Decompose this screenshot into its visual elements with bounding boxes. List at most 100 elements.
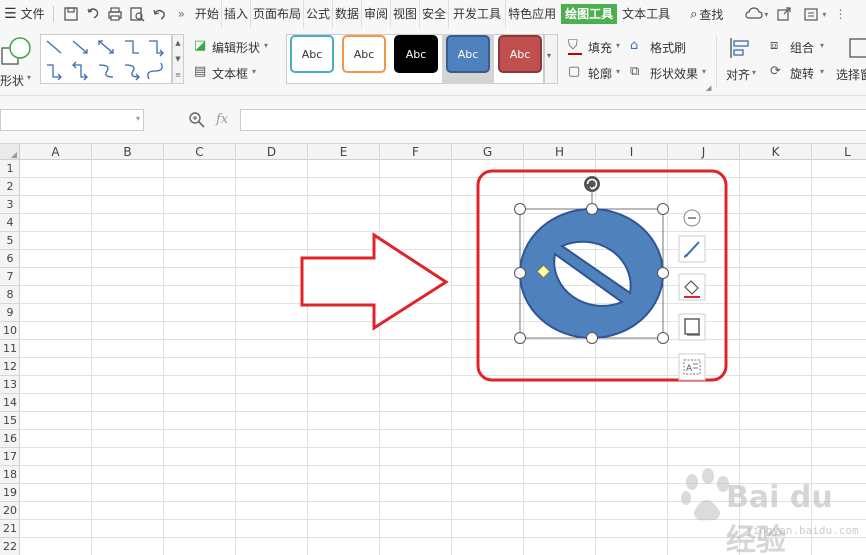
menu-home[interactable]: 开始 [193,0,222,28]
tab-text-tools[interactable]: 文本工具 [620,0,672,28]
textbox-icon[interactable]: ▤ [194,64,206,79]
fill-bucket-icon[interactable] [678,273,706,301]
edit-shape-label[interactable]: 编辑形状 [212,39,260,56]
dropdown-caret-icon[interactable]: ▾ [616,41,620,50]
spreadsheet-grid[interactable]: ABCDEFGHIJKL 1 2 3 4 5 6 7 8 9 10 11 12 13 14 15 16 17 18… [0,144,866,555]
search-icon[interactable]: ⌕ [690,7,697,22]
resize-handle-bottom-left[interactable] [514,332,526,344]
collapse-icon[interactable] [683,209,701,227]
name-box[interactable]: ▾ [0,109,144,131]
menu-page-layout[interactable]: 页面布局 [251,0,304,28]
watermark-url: jingyan.baidu.com [746,524,859,537]
more-arrows-icon[interactable]: » [178,7,185,21]
dropdown-caret-icon[interactable]: ▾ [616,67,620,76]
dropdown-caret-icon: ▾ [27,73,32,82]
hamburger-icon[interactable]: ☰ [4,6,17,22]
align-icon [730,38,749,58]
menu-bar: ☰ 文件 » 开始 插入 页面布局 公式 数据 审阅 视图 安全 开发工具 特色… [0,0,866,28]
menu-developer[interactable]: 开发工具 [449,0,507,28]
resize-handle-top-right[interactable] [657,203,669,215]
group-icon[interactable]: ⧈ [770,38,778,53]
dropdown-caret-icon[interactable]: ▾ [252,67,256,76]
dropdown-caret-icon[interactable]: ▾ [822,10,826,19]
selection-pane-icon [849,38,866,58]
gallery-expand-icon: ▾ [547,51,552,60]
dropdown-caret-icon[interactable]: ▾ [820,67,824,76]
red-arrow-annotation [300,232,449,331]
fill-color-bar [568,53,582,55]
baidu-watermark: Bai du 经验 jingyan.baidu.com [666,462,866,555]
align-button[interactable]: 对齐 ▾ [724,36,764,92]
line-shapes-gallery[interactable] [40,34,172,84]
save-icon[interactable] [63,6,79,22]
shape-effect-label[interactable]: 形状效果 [650,65,698,82]
outline-label[interactable]: 轮廓 [588,65,612,82]
selection-pane-button[interactable]: 选择窗 [832,36,866,92]
group-label[interactable]: 组合 [790,39,814,56]
style-gallery-scroll[interactable]: ▾ [544,34,558,84]
outline-icon[interactable]: ▢ [568,64,580,79]
resize-handle-bottom[interactable] [586,332,598,344]
rotation-handle-icon[interactable] [584,176,600,192]
menu-security[interactable]: 安全 [420,0,450,28]
share-icon[interactable] [776,6,792,22]
menu-view[interactable]: 视图 [391,0,421,28]
search-label[interactable]: 查找 [699,6,723,23]
undo-icon[interactable] [151,6,167,22]
resize-handle-left[interactable] [514,267,526,279]
shapes-label: 形状 [0,74,25,88]
style-swatch-2[interactable]: Abc [342,35,386,73]
shapes-gallery-scroll[interactable]: ▲ ▼ ≡ [172,34,184,84]
fill-bucket-icon[interactable]: ⛉ [568,38,578,53]
style-swatch-1[interactable]: Abc [290,35,334,73]
align-label: 对齐 [726,68,751,82]
dropdown-caret-icon[interactable]: ▾ [764,10,768,19]
dropdown-caret-icon[interactable]: ▾ [820,41,824,50]
dropdown-caret-icon[interactable]: ▾ [264,41,268,50]
undo-history-icon[interactable] [85,6,101,22]
text-wrap-icon[interactable]: A [678,353,706,381]
rotate-label[interactable]: 旋转 [790,65,814,82]
ribbon-toolbar: 形状 ▾ ▲▼≡ ◪ 编辑形状 ▾ ▤ 文本框 ▾ Abc Abc Abc [0,28,866,96]
style-swatch-4[interactable]: Abc [446,35,490,73]
cloud-sync-icon[interactable] [745,6,764,22]
dropdown-caret-icon: ▾ [752,68,757,77]
dropdown-caret-icon[interactable]: ▾ [702,67,706,76]
export-icon[interactable] [803,6,819,22]
textbox-label[interactable]: 文本框 [212,65,248,82]
style-swatch-5[interactable]: Abc [498,35,542,73]
format-painter-icon[interactable]: ⌂ [630,38,638,53]
formula-input[interactable] [240,109,866,131]
outline-box-icon[interactable] [678,313,706,341]
more-options-icon[interactable]: ⋮ [834,7,846,21]
menu-file[interactable]: 文件 [17,0,47,28]
menu-features[interactable]: 特色应用 [506,0,558,28]
shapes-button[interactable]: 形状 ▾ [0,32,36,92]
resize-handle-bottom-right[interactable] [657,332,669,344]
style-swatch-3[interactable]: Abc [394,35,438,73]
resize-handle-top[interactable] [586,203,598,215]
fill-label[interactable]: 填充 [588,39,612,56]
menu-formulas[interactable]: 公式 [304,0,333,28]
svg-text:A: A [686,364,693,374]
print-icon[interactable] [107,6,123,22]
brush-icon[interactable] [678,235,706,263]
resize-handle-right[interactable] [657,267,669,279]
shape-effect-icon[interactable]: ⧉ [630,64,639,79]
shapes-icon [1,37,31,65]
dialog-launcher-icon[interactable]: ◢ [706,84,711,92]
print-preview-icon[interactable] [129,6,145,22]
edit-shape-icon[interactable]: ◪ [194,38,206,53]
zoom-magnifier-icon[interactable] [188,111,206,129]
menu-review[interactable]: 审阅 [362,0,392,28]
selection-pane-label: 选择窗 [836,68,866,82]
menu-separator [52,6,54,22]
menu-insert[interactable]: 插入 [222,0,251,28]
tab-drawing-tools[interactable]: 绘图工具 [561,4,618,24]
menu-data[interactable]: 数据 [333,0,362,28]
resize-handle-top-left[interactable] [514,203,526,215]
fx-label: fx [216,112,229,127]
rotate-icon[interactable]: ⟳ [770,64,781,79]
dropdown-caret-icon[interactable]: ▾ [136,114,140,123]
format-painter-label[interactable]: 格式刷 [650,39,686,56]
